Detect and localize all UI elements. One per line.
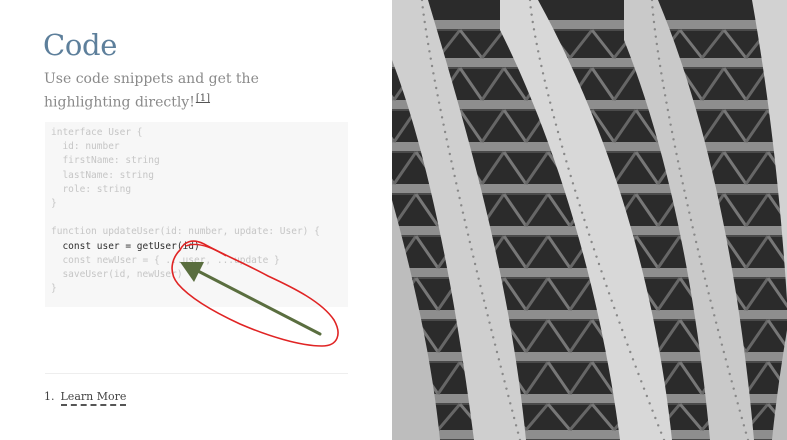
code-line: id: number [51, 141, 120, 153]
code-line: } [51, 197, 57, 209]
bridge-girders-image [392, 0, 787, 440]
code-line: const newUser = { ...user, ...update } [51, 254, 280, 266]
code-line: interface User { [51, 127, 143, 138]
page-title: Code [43, 28, 118, 62]
code-line: const user = getUser(id) [51, 240, 200, 252]
code-line: saveUser(id, newUser) [51, 268, 183, 280]
code-line: } [51, 283, 57, 295]
footnote-number: 1. [44, 390, 55, 403]
footnotes-list: 1. Learn More [44, 390, 127, 406]
subtitle-text: Use code snippets and get the highlighti… [44, 71, 259, 111]
slide: Code Use code snippets and get the highl… [0, 0, 787, 440]
code-block: interface User { id: number firstName: s… [45, 122, 348, 307]
code-line: firstName: string [51, 155, 160, 167]
content-panel: Code Use code snippets and get the highl… [0, 0, 392, 440]
code-line: function updateUser(id: number, update: … [51, 226, 320, 238]
footnote-ref-link[interactable]: [1] [196, 93, 210, 104]
code-line: lastName: string [51, 169, 154, 181]
page-subtitle: Use code snippets and get the highlighti… [44, 70, 344, 113]
learn-more-link[interactable]: Learn More [60, 390, 127, 406]
footnotes-divider [45, 373, 348, 374]
bridge-photo [392, 0, 787, 440]
code-line: role: string [51, 183, 132, 195]
